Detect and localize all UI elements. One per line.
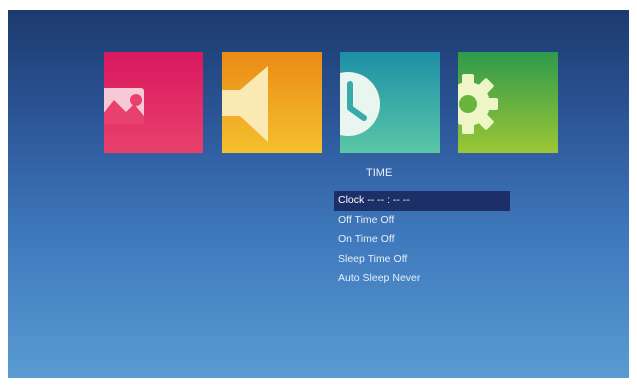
menu-item-sleep-time[interactable]: Sleep Time Off (334, 250, 514, 270)
tile-setup[interactable] (458, 52, 558, 153)
menu-item-on-time[interactable]: On Time Off (334, 230, 514, 250)
time-menu: Clock -- -- : -- -- Off Time Off On Time Of… (334, 191, 514, 289)
tile-picture[interactable] (104, 52, 203, 153)
menu-item-off-time[interactable]: Off Time Off (334, 211, 514, 231)
menu-item-value: -- -- : -- -- (367, 194, 410, 206)
menu-item-label: Clock (338, 194, 365, 206)
menu-item-clock[interactable]: Clock -- -- : -- -- (334, 191, 510, 211)
photo-icon (104, 88, 144, 124)
speaker-icon (222, 66, 268, 142)
menu-item-value: Never (392, 272, 421, 284)
menu-item-label: Off Time (338, 213, 378, 226)
gear-icon (458, 74, 498, 134)
menu-item-value: Off (380, 233, 395, 245)
menu-item-label: Sleep Time (338, 252, 391, 265)
menu-item-label: Auto Sleep (338, 272, 390, 284)
menu-item-value: Off (393, 252, 408, 265)
clock-icon (340, 72, 380, 136)
menu-item-label: On Time (338, 233, 378, 245)
menu-item-value: Off (380, 213, 395, 226)
menu-title: TIME (366, 167, 393, 179)
tile-sound[interactable] (222, 52, 322, 153)
tv-menu-screen: TIME Clock -- -- : -- -- Off Time Off On T… (8, 10, 629, 378)
tile-time[interactable] (340, 52, 440, 153)
menu-item-auto-sleep[interactable]: Auto Sleep Never (334, 269, 514, 289)
